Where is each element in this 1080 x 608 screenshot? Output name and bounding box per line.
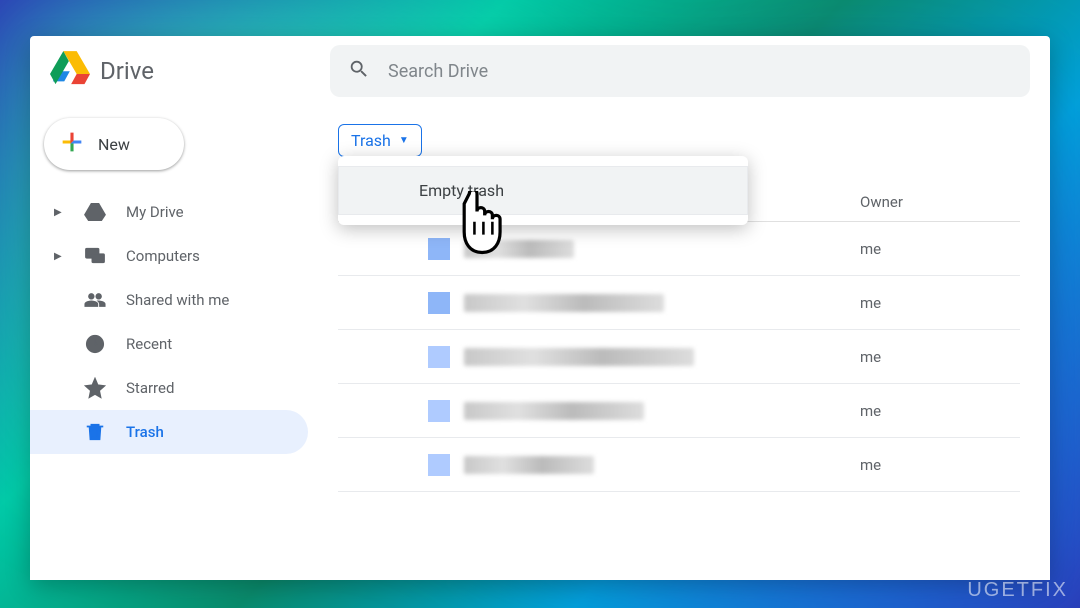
location-dropdown-button[interactable]: Trash ▼ — [338, 124, 422, 157]
plus-icon — [58, 128, 86, 160]
drive-logo-icon — [50, 51, 90, 91]
sidebar-item-label: Recent — [126, 335, 172, 353]
table-row[interactable]: me — [338, 330, 1020, 384]
sidebar-item-starred[interactable]: Starred — [30, 366, 308, 410]
table-row[interactable]: me — [338, 438, 1020, 492]
sidebar-item-shared[interactable]: Shared with me — [30, 278, 308, 322]
sidebar-item-my-drive[interactable]: ▶ My Drive — [30, 190, 308, 234]
drive-window: Drive New ▶ My Drive — [30, 36, 1050, 580]
computers-icon — [84, 245, 106, 267]
sidebar: New ▶ My Drive ▶ Computers — [30, 106, 320, 580]
trash-dropdown-menu: Empty trash — [338, 156, 748, 225]
column-header-owner[interactable]: Owner — [860, 193, 1020, 211]
new-button-label: New — [98, 135, 130, 154]
sidebar-item-label: Computers — [126, 247, 200, 265]
owner-cell: me — [860, 240, 1020, 258]
main-content: Trash ▼ Name Owner me me — [320, 106, 1050, 580]
sidebar-item-recent[interactable]: Recent — [30, 322, 308, 366]
owner-cell: me — [860, 402, 1020, 420]
logo-area[interactable]: Drive — [50, 51, 300, 91]
location-label: Trash — [351, 131, 391, 150]
search-input[interactable] — [388, 61, 1012, 82]
star-icon — [84, 377, 106, 399]
chevron-down-icon: ▼ — [399, 135, 409, 146]
file-name-blurred — [464, 294, 664, 312]
sidebar-item-label: Shared with me — [126, 291, 229, 309]
file-type-icon — [428, 454, 450, 476]
file-type-icon — [428, 292, 450, 314]
expand-icon: ▶ — [54, 207, 64, 218]
sidebar-item-label: Trash — [126, 423, 164, 441]
sidebar-item-label: My Drive — [126, 203, 184, 221]
sidebar-item-label: Starred — [126, 379, 174, 397]
cursor-pointer-icon — [446, 191, 508, 277]
drive-icon — [84, 201, 106, 223]
watermark: UGETFIX — [967, 579, 1068, 602]
file-name-blurred — [464, 402, 644, 420]
topbar: Drive — [30, 36, 1050, 106]
expand-icon: ▶ — [54, 251, 64, 262]
trash-icon — [84, 421, 106, 443]
recent-icon — [84, 333, 106, 355]
nav: ▶ My Drive ▶ Computers — [30, 190, 320, 454]
file-type-icon — [428, 346, 450, 368]
table-row[interactable]: me — [338, 276, 1020, 330]
shared-icon — [84, 289, 106, 311]
owner-cell: me — [860, 456, 1020, 474]
search-icon — [348, 58, 370, 84]
owner-cell: me — [860, 348, 1020, 366]
table-row[interactable]: me — [338, 384, 1020, 438]
sidebar-item-computers[interactable]: ▶ Computers — [30, 234, 308, 278]
table-row[interactable]: me — [338, 222, 1020, 276]
sidebar-item-trash[interactable]: Trash — [30, 410, 308, 454]
file-name-blurred — [464, 348, 694, 366]
body: New ▶ My Drive ▶ Computers — [30, 106, 1050, 580]
empty-trash-menu-item[interactable]: Empty trash — [338, 166, 748, 215]
new-button[interactable]: New — [44, 118, 184, 170]
file-type-icon — [428, 400, 450, 422]
search-bar[interactable] — [330, 45, 1030, 97]
owner-cell: me — [860, 294, 1020, 312]
app-name: Drive — [100, 57, 154, 85]
file-name-blurred — [464, 456, 594, 474]
